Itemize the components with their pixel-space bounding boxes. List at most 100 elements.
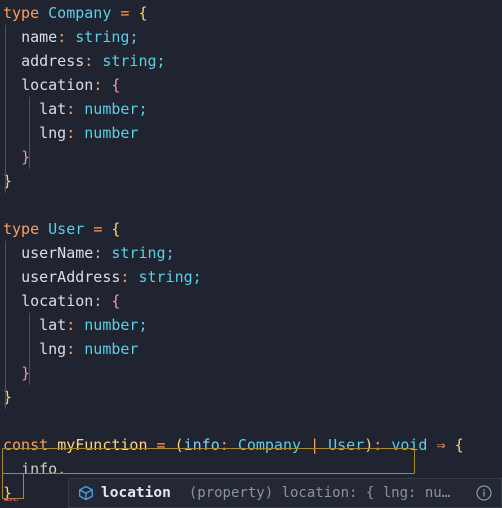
code-token: { xyxy=(111,76,121,94)
code-token: location xyxy=(21,292,94,310)
indent-guide xyxy=(5,25,6,193)
code-line: } xyxy=(0,145,502,169)
code-content[interactable]: type Company = { name: string; address: … xyxy=(0,0,502,505)
code-token: : xyxy=(93,244,103,262)
code-line: location: { xyxy=(0,73,502,97)
code-line: lng: number xyxy=(0,121,502,145)
indent-guide xyxy=(5,241,6,409)
code-token: { xyxy=(454,436,464,454)
code-line: lng: number xyxy=(0,337,502,361)
code-token: address xyxy=(21,52,85,70)
indent-guide xyxy=(29,97,30,169)
code-token: number xyxy=(84,124,139,142)
code-token: : xyxy=(66,316,76,334)
code-token: info xyxy=(183,436,220,454)
code-token: type xyxy=(3,220,40,238)
code-line: userName: string; xyxy=(0,241,502,265)
code-token: type xyxy=(3,4,40,22)
code-token: : xyxy=(66,340,76,358)
autocomplete-popup[interactable]: location (property) location: { lng: nu… xyxy=(68,478,502,508)
code-token: . xyxy=(57,460,67,478)
code-token: ; xyxy=(138,316,148,334)
code-token: ) xyxy=(364,436,374,454)
code-line: location: { xyxy=(0,289,502,313)
code-token: { xyxy=(138,4,148,22)
code-token: number xyxy=(84,340,139,358)
code-token: const xyxy=(3,436,49,454)
code-token: : xyxy=(84,52,94,70)
code-token: | xyxy=(310,436,320,454)
code-token: userName xyxy=(21,244,94,262)
code-line: } xyxy=(0,361,502,385)
code-line: lat: number; xyxy=(0,313,502,337)
code-token: ; xyxy=(192,268,202,286)
autocomplete-label: location xyxy=(101,485,171,501)
code-line: } xyxy=(0,385,502,409)
code-token: = xyxy=(93,220,103,238)
code-token: { xyxy=(111,220,121,238)
code-token: info xyxy=(21,460,58,478)
code-token: lng xyxy=(39,340,67,358)
code-token: : xyxy=(93,76,103,94)
code-token: : xyxy=(57,28,67,46)
code-token: : xyxy=(93,292,103,310)
code-token: string xyxy=(75,28,130,46)
code-editor[interactable]: type Company = { name: string; address: … xyxy=(0,0,502,508)
code-line: type Company = { xyxy=(0,1,502,25)
code-token: ( xyxy=(174,436,184,454)
code-token: Company xyxy=(237,436,302,454)
code-token: ; xyxy=(129,28,139,46)
code-token: number xyxy=(84,316,139,334)
code-line: } xyxy=(0,169,502,193)
code-token: void xyxy=(391,436,428,454)
error-squiggle xyxy=(4,497,18,501)
code-token: userAddress xyxy=(21,268,121,286)
code-token: Company xyxy=(48,4,112,22)
code-token: ; xyxy=(156,52,166,70)
code-token: User xyxy=(328,436,365,454)
code-line: name: string; xyxy=(0,25,502,49)
code-token: : xyxy=(373,436,383,454)
symbol-property-icon xyxy=(79,485,93,501)
code-token: ⇒ xyxy=(436,436,446,454)
info-icon[interactable] xyxy=(475,484,493,502)
autocomplete-item-location[interactable]: location (property) location: { lng: nu… xyxy=(69,479,501,507)
code-token: lat xyxy=(39,100,67,118)
code-token: ; xyxy=(138,100,148,118)
code-line: lat: number; xyxy=(0,97,502,121)
indent-guide xyxy=(29,313,30,385)
code-token: lng xyxy=(39,124,67,142)
code-token: { xyxy=(111,292,121,310)
code-token: lat xyxy=(39,316,67,334)
code-line: address: string; xyxy=(0,49,502,73)
code-token: : xyxy=(66,100,76,118)
code-token: string xyxy=(102,52,157,70)
code-line: type User = { xyxy=(0,217,502,241)
code-token: ; xyxy=(165,244,175,262)
code-token: string xyxy=(138,268,193,286)
code-token: number xyxy=(84,100,139,118)
code-token: string xyxy=(111,244,166,262)
